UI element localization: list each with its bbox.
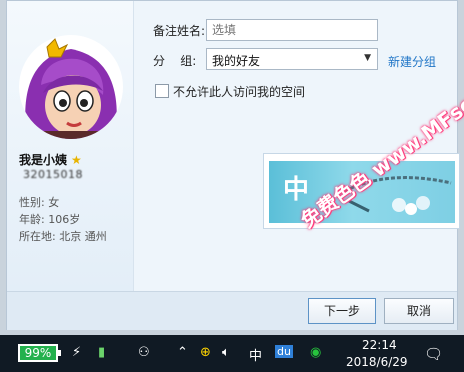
age-info: 年龄: 106岁 [19, 213, 81, 226]
new-group-link[interactable]: 新建分组 [388, 53, 436, 70]
ad-image: 中 [269, 161, 455, 223]
profile-panel: 我是小姨 ★ 32015018 性别: 女 年龄: 106岁 所在地: 北京 通… [7, 1, 134, 291]
group-select[interactable]: 我的好友 ▼ [206, 48, 378, 70]
group-select-value: 我的好友 [212, 54, 261, 68]
location-info: 所在地: 北京 通州 [19, 230, 107, 243]
next-button[interactable]: 下一步 [308, 298, 376, 324]
bracelet-image [344, 176, 452, 215]
baidu-icon[interactable]: du [275, 345, 293, 358]
usb-drive-icon[interactable]: ▮ [98, 345, 105, 360]
star-icon: ★ [71, 152, 82, 167]
add-friend-dialog: 我是小姨 ★ 32015018 性别: 女 年龄: 106岁 所在地: 北京 通… [6, 0, 460, 330]
chevron-up-icon[interactable]: ⌃ [177, 345, 188, 360]
battery-indicator[interactable]: 99% [18, 344, 61, 362]
qq-number: 32015018 [23, 168, 83, 180]
volume-icon[interactable]: 🔈︎ [222, 345, 230, 360]
chevron-down-icon: ▼ [364, 53, 371, 63]
power-plug-icon[interactable]: ⚡ [72, 345, 81, 360]
taskbar: 99% ⚡ ▮ ⚇ ⌃ ⊕ 🔈︎ 中 du ◉ 22:14 2018/6/29 … [0, 335, 464, 372]
remark-label: 备注姓名: [153, 24, 206, 38]
clock-date[interactable]: 2018/6/29 [346, 355, 408, 369]
ime-indicator[interactable]: 中 [249, 345, 262, 364]
wechat-icon[interactable]: ◉ [310, 345, 321, 360]
security-app-icon[interactable]: ⊕ [200, 345, 211, 360]
remark-input[interactable] [206, 19, 378, 41]
group-label: 分 组: [153, 54, 197, 68]
privacy-checkbox-label: 不允许此人访问我的空间 [173, 85, 306, 99]
notification-icon[interactable]: 🗨︎ [424, 345, 443, 363]
cancel-button[interactable]: 取消 [384, 298, 454, 324]
nickname-row: 我是小姨 ★ [19, 151, 82, 168]
people-icon[interactable]: ⚇ [138, 345, 150, 360]
ad-text: 中 [283, 175, 310, 205]
clock-time[interactable]: 22:14 [362, 338, 397, 352]
ad-banner[interactable]: 中 [263, 153, 460, 229]
avatar [19, 35, 123, 139]
privacy-checkbox[interactable] [155, 84, 169, 98]
gender-info: 性别: 女 [19, 196, 60, 209]
nickname: 我是小姨 [19, 153, 68, 167]
